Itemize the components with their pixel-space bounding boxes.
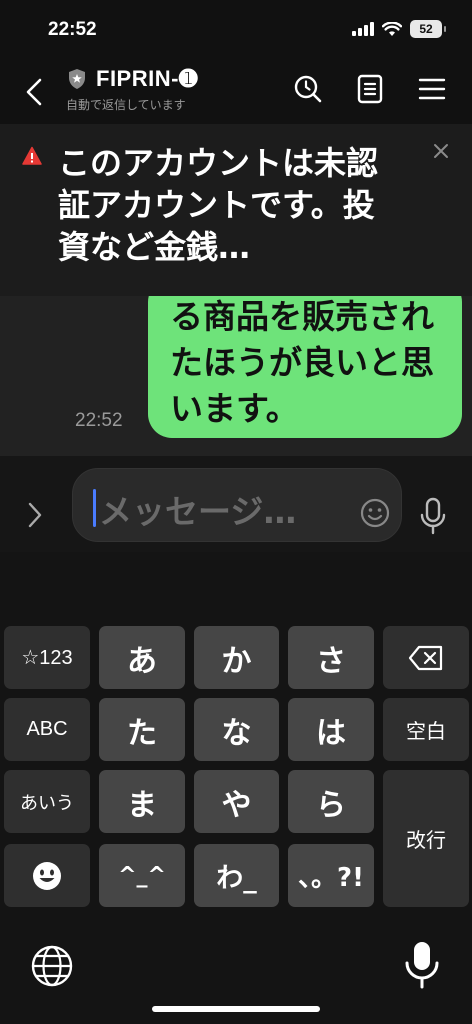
notes-button[interactable] bbox=[353, 72, 387, 106]
close-warning-button[interactable] bbox=[428, 138, 454, 164]
chat-title-block[interactable]: FIPRIN-➊ 自動で返信しています bbox=[66, 66, 198, 113]
search-button[interactable] bbox=[291, 72, 325, 106]
space-key[interactable]: 空白 bbox=[383, 698, 469, 761]
cellular-signal-icon bbox=[352, 22, 374, 36]
key-ma[interactable]: ま bbox=[99, 770, 185, 833]
back-button[interactable] bbox=[18, 74, 50, 110]
message-input[interactable]: メッセージ… bbox=[72, 468, 402, 542]
message-time: 22:52 bbox=[75, 410, 123, 431]
emoji-icon[interactable] bbox=[359, 497, 391, 529]
key-ya[interactable]: や bbox=[194, 770, 279, 833]
message-text: る商品を販売されたほうが良いと思います。 bbox=[170, 297, 434, 428]
battery-icon: 52 bbox=[410, 20, 446, 38]
message-bubble[interactable]: る商品を販売されたほうが良いと思います。 bbox=[148, 296, 462, 438]
chat-header: FIPRIN-➊ 自動で返信しています bbox=[0, 58, 472, 124]
expand-tools-button[interactable] bbox=[22, 498, 48, 532]
chat-messages[interactable]: る商品を販売されたほうが良いと思います。 22:52 bbox=[0, 296, 472, 456]
japanese-flick-keyboard: ☆123 あ か さ ABC た な は 空白 あいう ま や ら 改行 ^_^… bbox=[0, 552, 472, 1024]
key-sa[interactable]: さ bbox=[288, 626, 374, 689]
key-ha[interactable]: は bbox=[288, 698, 374, 761]
key-kaomoji[interactable]: ^_^ bbox=[99, 844, 185, 907]
chat-title: FIPRIN-➊ bbox=[96, 66, 198, 91]
search-icon bbox=[294, 75, 322, 103]
key-symbols[interactable]: ☆123 bbox=[4, 626, 90, 689]
backspace-icon bbox=[408, 645, 443, 670]
text-cursor bbox=[93, 489, 96, 527]
warning-icon bbox=[22, 146, 42, 165]
menu-button[interactable] bbox=[415, 72, 449, 106]
notes-icon bbox=[357, 74, 383, 104]
message-composer: メッセージ… bbox=[0, 456, 472, 552]
key-punctuation[interactable]: 、。?! bbox=[288, 844, 374, 907]
warning-text: このアカウントは未認証アカウントです。投資など金銭… bbox=[58, 144, 379, 266]
chevron-left-icon bbox=[26, 78, 42, 106]
backspace-key[interactable] bbox=[383, 626, 469, 689]
dictation-mic-icon[interactable] bbox=[400, 940, 444, 990]
wifi-icon bbox=[382, 21, 402, 36]
hamburger-menu-icon bbox=[418, 78, 446, 100]
key-ta[interactable]: た bbox=[99, 698, 185, 761]
auto-reply-status: 自動で返信しています bbox=[66, 98, 186, 112]
unverified-account-warning[interactable]: このアカウントは未認証アカウントです。投資など金銭… bbox=[0, 124, 472, 296]
key-na[interactable]: な bbox=[194, 698, 279, 761]
chevron-right-icon bbox=[28, 502, 42, 528]
status-time: 22:52 bbox=[48, 19, 97, 40]
home-indicator[interactable] bbox=[152, 1006, 320, 1012]
close-icon bbox=[434, 144, 448, 158]
key-a[interactable]: あ bbox=[99, 626, 185, 689]
status-bar: 22:52 52 bbox=[0, 0, 472, 58]
enter-key[interactable]: 改行 bbox=[383, 770, 469, 907]
key-ra[interactable]: ら bbox=[288, 770, 374, 833]
unverified-shield-icon bbox=[66, 67, 88, 91]
status-icons: 52 bbox=[352, 20, 446, 38]
emoji-key[interactable] bbox=[4, 844, 90, 907]
key-ka[interactable]: か bbox=[194, 626, 279, 689]
key-abc[interactable]: ABC bbox=[4, 698, 90, 761]
key-wa[interactable]: わ_ bbox=[194, 844, 279, 907]
message-input-placeholder: メッセージ… bbox=[99, 492, 297, 531]
key-kana-mode[interactable]: あいう bbox=[4, 770, 90, 833]
voice-input-mic-icon[interactable] bbox=[418, 496, 448, 536]
globe-icon[interactable] bbox=[30, 944, 74, 988]
emoji-icon bbox=[33, 861, 61, 890]
